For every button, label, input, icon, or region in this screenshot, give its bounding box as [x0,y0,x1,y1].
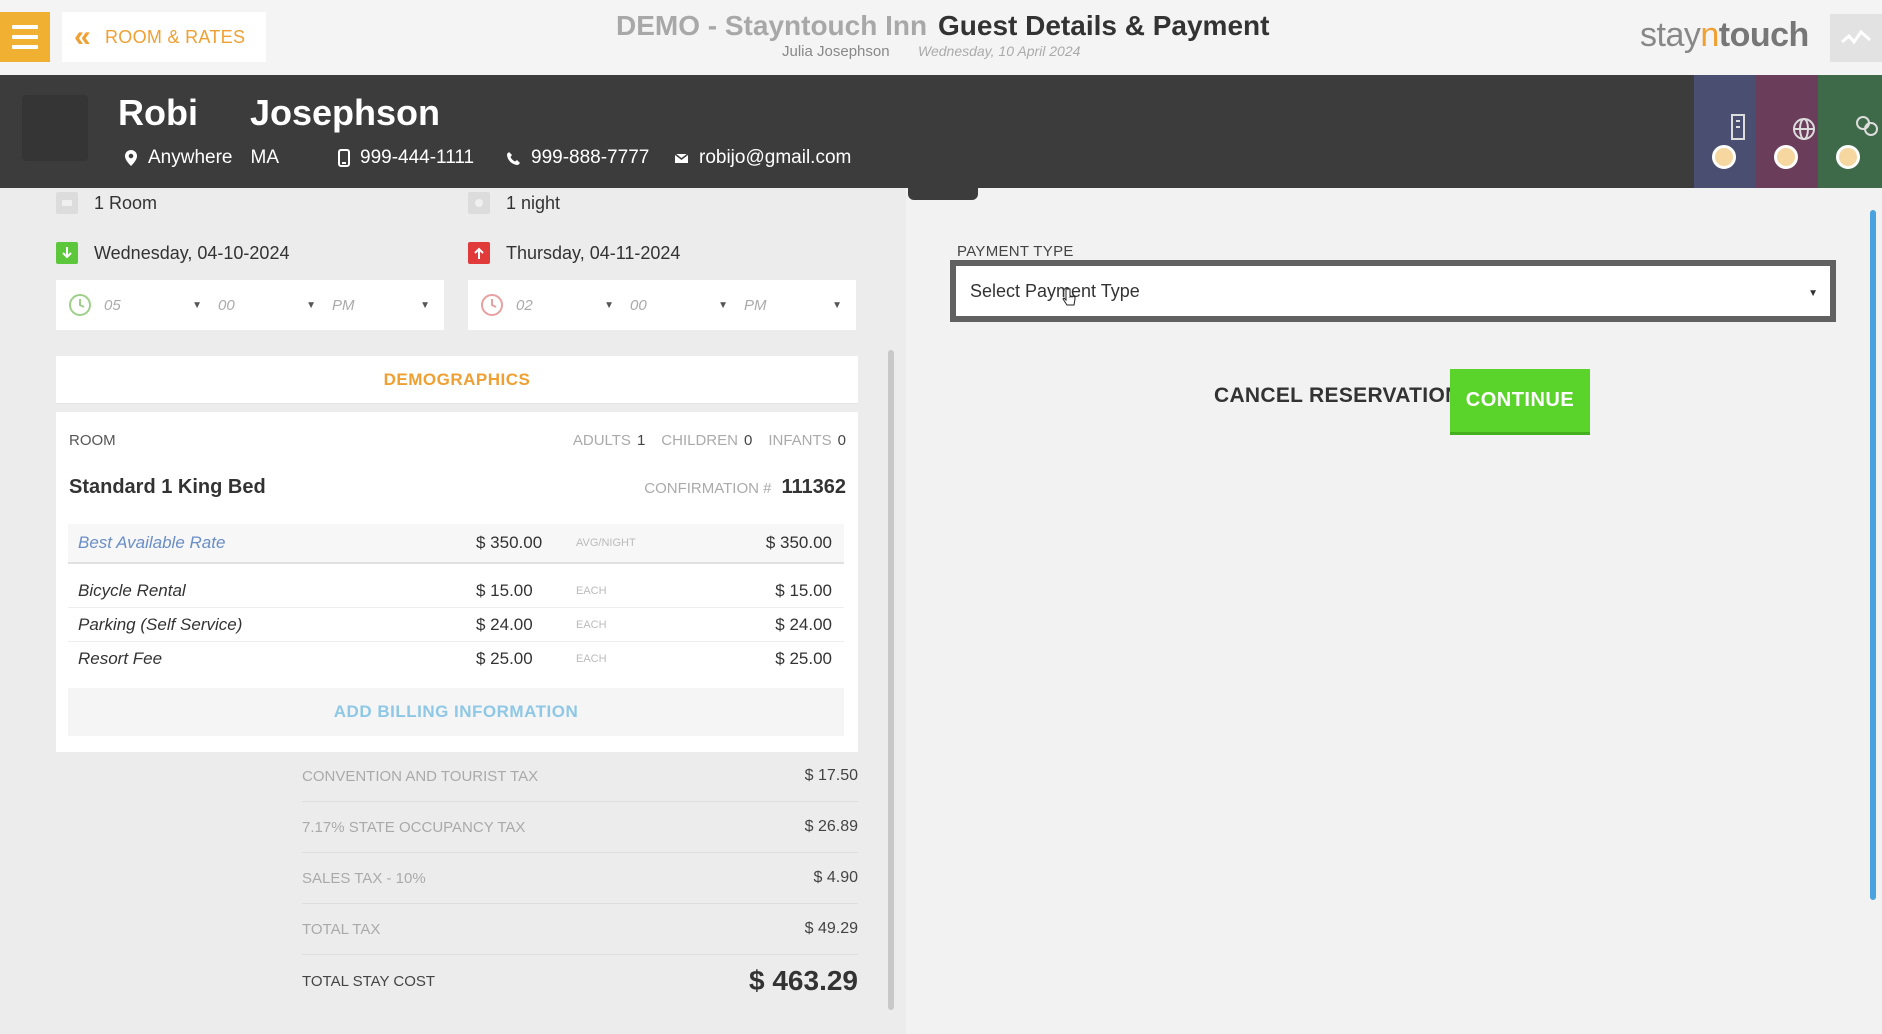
addon-row: Parking (Self Service) $ 24.00 EACH $ 24… [68,608,844,642]
caret-down-icon: ▼ [832,299,842,311]
nights-count: 1 night [468,192,560,214]
right-scrollbar[interactable] [1870,210,1876,900]
guest-email: robijo@gmail.com [674,147,851,169]
company-search-tab[interactable] [1818,75,1882,188]
arrival-arrow-icon [56,242,78,264]
location-pin-icon [125,150,137,166]
total-stay-cost-row: TOTAL STAY COST $ 463.29 [302,955,858,1007]
guest-info-bar: Robi Josephson Anywhere MA 999-444-1111 … [0,75,1882,188]
business-date: Wednesday, 10 April 2024 [918,43,1081,59]
tax-row: 7.17% STATE OCCUPANCY TAX $ 26.89 [302,802,858,853]
rooms-count: 1 Room [56,192,157,214]
guest-city: Anywhere [148,147,233,168]
guest-avatar [22,95,88,161]
top-header: « ROOM & RATES DEMO - Stayntouch Inn Gue… [0,0,1882,75]
double-chevron-left-icon: « [74,20,91,53]
search-icon [1712,145,1736,169]
caret-down-icon: ▼ [718,299,728,311]
clock-icon [481,294,503,316]
guest-mobile: 999-444-1111 [338,147,474,169]
caret-down-icon: ▼ [192,299,202,311]
arrival-date[interactable]: Wednesday, 04-10-2024 [56,242,289,264]
room-details-card: ROOM ADULTS 1 CHILDREN 0 INFANTS 0 Standard… [56,412,858,752]
search-icon [1774,145,1798,169]
hand-cursor-icon [1062,288,1076,306]
departure-arrow-icon [468,242,490,264]
departure-minute-select[interactable]: 00 ▼ [620,297,734,314]
caret-down-icon: ▼ [1808,288,1818,299]
guest-location: Anywhere MA [124,147,279,169]
payment-type-label: PAYMENT TYPE [957,243,1074,260]
envelope-icon [674,153,689,163]
arrival-minute-select[interactable]: 00 ▼ [208,297,322,314]
arrival-time-picker: 05 ▼ 00 ▼ PM ▼ [56,280,444,330]
mobile-phone-icon [338,149,350,167]
phone-icon [507,151,520,165]
occupancy: ADULTS 1 CHILDREN 0 INFANTS 0 [572,432,846,449]
guest-state: MA [250,147,280,168]
panel-notch [908,188,978,200]
confirmation-number: 111362 [781,476,846,498]
rate-row[interactable]: Best Available Rate $ 350.00 AVG/NIGHT $… [68,524,844,564]
payment-type-select[interactable]: Select Payment Type ▼ [950,260,1836,322]
web-search-tab[interactable] [1756,75,1818,188]
hotel-name: DEMO - Stayntouch Inn [616,10,928,41]
continue-button[interactable]: CONTINUE [1450,369,1590,435]
globe-icon [1793,118,1815,140]
total-stay-cost-label: TOTAL STAY COST [302,972,436,990]
caret-down-icon: ▼ [306,299,316,311]
group-icon [1856,116,1878,136]
cancel-reservation-button[interactable]: CANCEL RESERVATION [1214,384,1461,408]
guest-first-name[interactable]: Robi [118,92,198,134]
guest-phone: 999-888-7777 [506,147,649,169]
building-icon [1731,114,1745,140]
departure-date[interactable]: Thursday, 04-11-2024 [468,242,680,264]
departure-hour-select[interactable]: 02 ▼ [516,297,620,314]
departure-time-picker: 02 ▼ 00 ▼ PM ▼ [468,280,856,330]
tax-row: SALES TAX - 10% $ 4.90 [302,853,858,904]
caret-down-icon: ▼ [420,299,430,311]
add-billing-information-button[interactable]: ADD BILLING INFORMATION [68,688,844,736]
tax-row: CONVENTION AND TOURIST TAX $ 17.50 [302,751,858,802]
menu-icon-bar [12,35,38,39]
room-icon [56,192,78,214]
confirmation: CONFIRMATION # 111362 [644,476,846,498]
room-section-label: ROOM [69,432,116,449]
guest-last-name[interactable]: Josephson [250,92,440,134]
clock-icon [69,294,91,316]
demographics-button[interactable]: DEMOGRAPHICS [56,356,858,404]
left-scrollbar[interactable] [888,350,894,1010]
room-type: Standard 1 King Bed [69,476,266,498]
user-name: Julia Josephson [782,43,890,60]
caret-down-icon: ▼ [604,299,614,311]
arrival-ampm-select[interactable]: PM ▼ [322,297,436,314]
stayntouch-logo: stayntouch [1640,16,1809,54]
search-icon [1836,145,1860,169]
addon-row: Resort Fee $ 25.00 EACH $ 25.00 [78,649,832,668]
back-to-room-rates-button[interactable]: « ROOM & RATES [62,12,266,62]
total-tax-row: TOTAL TAX $ 49.29 [302,904,858,955]
back-label: ROOM & RATES [105,26,246,47]
total-stay-cost-value: $ 463.29 [749,965,858,996]
departure-ampm-select[interactable]: PM ▼ [734,297,848,314]
menu-button[interactable] [0,12,50,62]
arrival-hour-select[interactable]: 05 ▼ [104,297,208,314]
page-title: Guest Details & Payment [938,10,1270,41]
addon-row: Bicycle Rental $ 15.00 EACH $ 15.00 [68,574,844,608]
hotel-search-tab[interactable] [1694,75,1756,188]
activity-graph-icon [1841,29,1871,45]
moon-icon [468,192,490,214]
menu-icon-bar [12,25,38,29]
menu-icon-bar [12,45,38,49]
activity-button[interactable] [1830,14,1882,62]
